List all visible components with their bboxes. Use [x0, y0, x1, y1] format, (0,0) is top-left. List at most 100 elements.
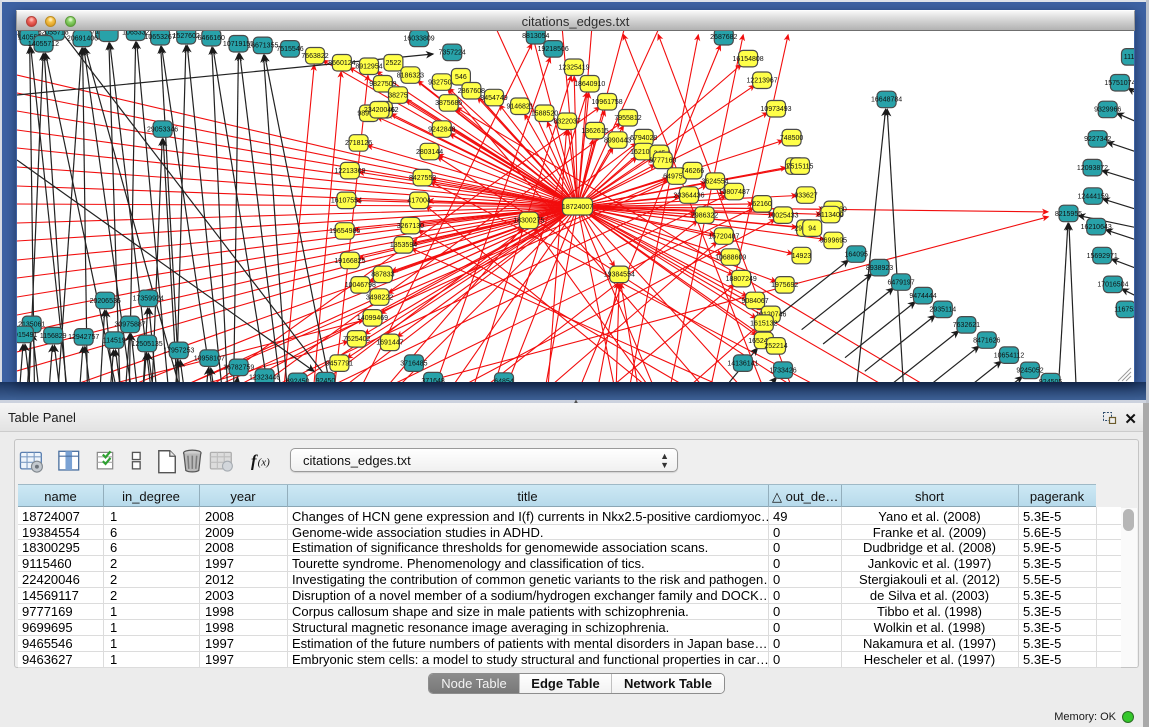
svg-text:10688609: 10688609 [715, 254, 746, 261]
svg-text:20206536: 20206536 [90, 298, 121, 305]
svg-text:1588520: 1588520 [531, 111, 558, 118]
svg-text:16154808: 16154808 [733, 56, 764, 63]
svg-text:10046798: 10046798 [345, 282, 376, 289]
svg-text:17016504: 17016504 [1097, 282, 1128, 289]
svg-text:7986322: 7986322 [691, 213, 718, 220]
svg-text:38275: 38275 [388, 92, 408, 99]
svg-text:1527602: 1527602 [173, 33, 200, 40]
svg-text:7625402: 7625402 [343, 336, 370, 343]
svg-text:3267130: 3267130 [397, 223, 424, 230]
svg-text:3498222: 3498222 [366, 294, 393, 301]
svg-text:933627: 933627 [794, 192, 817, 199]
svg-text:748500: 748500 [780, 135, 803, 142]
svg-text:8912954: 8912954 [355, 64, 382, 71]
svg-text:164095: 164095 [845, 251, 868, 258]
svg-text:8660124: 8660124 [328, 60, 355, 67]
svg-text:8215955: 8215955 [1055, 211, 1082, 218]
svg-text:19218506: 19218506 [538, 46, 569, 53]
svg-text:546: 546 [455, 74, 467, 81]
svg-text:114519: 114519 [103, 337, 126, 344]
svg-text:8990443: 8990443 [604, 137, 631, 144]
svg-text:14055712: 14055712 [28, 41, 59, 48]
svg-text:371648: 371648 [421, 378, 444, 382]
svg-text:12942757: 12942757 [68, 334, 99, 341]
svg-text:1353594: 1353594 [390, 242, 417, 249]
svg-text:23420046: 23420046 [364, 107, 395, 114]
svg-text:9084067: 9084067 [741, 298, 768, 305]
svg-text:9227342: 9227342 [1084, 136, 1111, 143]
svg-text:9699695: 9699695 [820, 238, 847, 245]
svg-text:10025433: 10025433 [767, 213, 798, 220]
svg-text:12213967: 12213967 [747, 78, 778, 85]
svg-text:1156829: 1156829 [40, 333, 67, 340]
svg-text:20364436: 20364436 [673, 192, 704, 199]
svg-text:252214: 252214 [764, 343, 787, 350]
svg-text:8322037: 8322037 [553, 119, 580, 126]
svg-text:15751074: 15751074 [1104, 80, 1134, 87]
svg-text:10807487: 10807487 [719, 189, 750, 196]
svg-text:2803144: 2803144 [416, 149, 443, 156]
svg-text:1615132: 1615132 [750, 320, 777, 327]
svg-text:7955812: 7955812 [614, 115, 641, 122]
svg-text:3875685: 3875685 [435, 100, 462, 107]
svg-text:18640910: 18640910 [574, 81, 605, 88]
svg-text:2522: 2522 [386, 60, 402, 67]
svg-text:12325419: 12325419 [558, 65, 589, 72]
svg-text:6479197: 6479197 [887, 279, 914, 286]
svg-text:924505: 924505 [1039, 379, 1062, 382]
svg-text:30975887: 30975887 [115, 322, 146, 329]
svg-text:92450: 92450 [316, 378, 336, 382]
svg-text:12444159: 12444159 [1078, 193, 1109, 200]
svg-text:16671355: 16671355 [247, 43, 278, 50]
svg-text:9242848: 9242848 [428, 126, 455, 133]
svg-text:14923: 14923 [792, 253, 812, 260]
svg-text:2718126: 2718126 [345, 140, 372, 147]
svg-text:12213369: 12213369 [334, 168, 365, 175]
svg-text:19384554: 19384554 [604, 272, 635, 279]
svg-text:8427552: 8427552 [409, 175, 436, 182]
svg-text:18724007: 18724007 [562, 204, 593, 211]
svg-text:1362615: 1362615 [581, 128, 608, 135]
svg-text:746266: 746266 [681, 168, 704, 175]
svg-text:2687682: 2687682 [710, 34, 737, 41]
svg-text:8454749: 8454749 [480, 95, 507, 102]
svg-text:12323446: 12323446 [249, 374, 280, 381]
svg-text:15692971: 15692971 [1087, 253, 1118, 260]
svg-text:20691406: 20691406 [67, 36, 98, 43]
svg-text:7632621: 7632621 [953, 322, 980, 329]
svg-text:887833: 887833 [371, 272, 394, 279]
svg-text:15720407: 15720407 [708, 233, 739, 240]
svg-text:16107554: 16107554 [331, 198, 362, 205]
svg-text:10958107: 10958107 [194, 356, 225, 363]
svg-text:19654985: 19654985 [329, 228, 360, 235]
svg-text:7663822: 7663822 [301, 53, 328, 60]
svg-text:2935114: 2935114 [929, 307, 956, 314]
svg-text:9777169: 9777169 [649, 158, 676, 165]
svg-text:9146821: 9146821 [506, 104, 533, 111]
svg-text:10653267: 10653267 [145, 34, 176, 41]
svg-text:12505135: 12505135 [132, 341, 163, 348]
svg-text:7515546: 7515546 [276, 46, 303, 53]
svg-text:29053346: 29053346 [147, 126, 178, 133]
svg-text:10973493: 10973493 [760, 106, 791, 113]
svg-text:1112: 1112 [1124, 54, 1134, 61]
svg-text:1691447: 1691447 [376, 340, 403, 347]
svg-text:16782759: 16782759 [223, 365, 254, 372]
svg-text:9329966: 9329966 [1094, 107, 1121, 114]
svg-text:19166825: 19166825 [334, 258, 365, 265]
svg-text:116753: 116753 [1114, 307, 1134, 314]
svg-text:8938923: 8938923 [866, 265, 893, 272]
svg-text:8471626: 8471626 [973, 337, 1000, 344]
svg-text:8813054: 8813054 [522, 33, 549, 40]
svg-text:3716485: 3716485 [400, 361, 427, 368]
svg-text:3624554: 3624554 [701, 179, 728, 186]
svg-text:64854: 64854 [494, 378, 514, 382]
svg-text:16033809: 16033809 [404, 36, 435, 43]
svg-text:14099469: 14099469 [357, 315, 388, 322]
svg-text:9474444: 9474444 [909, 293, 936, 300]
svg-text:7515115: 7515115 [787, 164, 814, 171]
svg-text:18300275: 18300275 [513, 218, 544, 225]
svg-text:9457791: 9457791 [326, 361, 353, 368]
svg-text:10961758: 10961758 [592, 99, 623, 106]
svg-text:6466160: 6466160 [198, 35, 225, 42]
